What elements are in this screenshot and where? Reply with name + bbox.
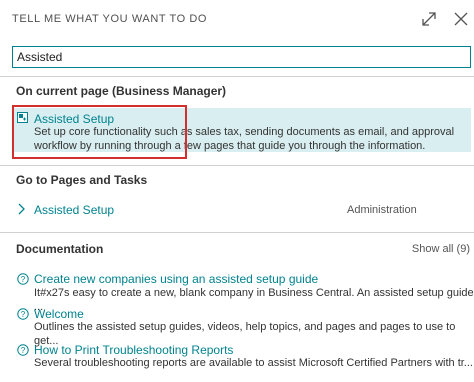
svg-text:?: ? [21, 310, 26, 319]
svg-text:?: ? [21, 346, 26, 355]
result-category: Administration [347, 204, 417, 216]
chevron-right-icon [18, 203, 25, 215]
divider [0, 232, 474, 233]
show-all-link[interactable]: Show all (9) [412, 243, 470, 255]
dialog-title: TELL ME WHAT YOU WANT TO DO [12, 13, 208, 25]
result-description-line1: Set up core functionality such as sales … [34, 126, 455, 138]
section-title-documentation: Documentation [16, 242, 104, 256]
help-circle-icon: ? [17, 308, 29, 320]
doc-title-troubleshooting[interactable]: How to Print Troubleshooting Reports [34, 343, 233, 357]
doc-description-troubleshooting: Several troubleshooting reports are avai… [34, 357, 473, 369]
search-input[interactable] [12, 46, 471, 68]
doc-title-create-companies[interactable]: Create new companies using an assisted s… [34, 272, 318, 286]
close-icon[interactable] [452, 10, 470, 28]
doc-title-welcome[interactable]: Welcome [34, 307, 84, 321]
assisted-setup-icon [17, 112, 28, 123]
divider [0, 165, 474, 166]
doc-description-create-companies: It#x27s easy to create a new, blank comp… [34, 287, 474, 313]
result-description-line2: workflow by running through a few pages … [34, 140, 426, 152]
divider [0, 76, 474, 77]
result-title-assisted-setup-page[interactable]: Assisted Setup [34, 203, 114, 217]
result-title-assisted-setup[interactable]: Assisted Setup [34, 112, 114, 126]
dialog-header: TELL ME WHAT YOU WANT TO DO [0, 0, 474, 38]
svg-text:?: ? [21, 275, 26, 284]
section-title-current-page: On current page (Business Manager) [16, 84, 227, 98]
expand-arrows-icon[interactable] [420, 10, 438, 28]
help-circle-icon: ? [17, 344, 29, 356]
section-title-pages-tasks: Go to Pages and Tasks [16, 173, 148, 187]
help-circle-icon: ? [17, 273, 29, 285]
